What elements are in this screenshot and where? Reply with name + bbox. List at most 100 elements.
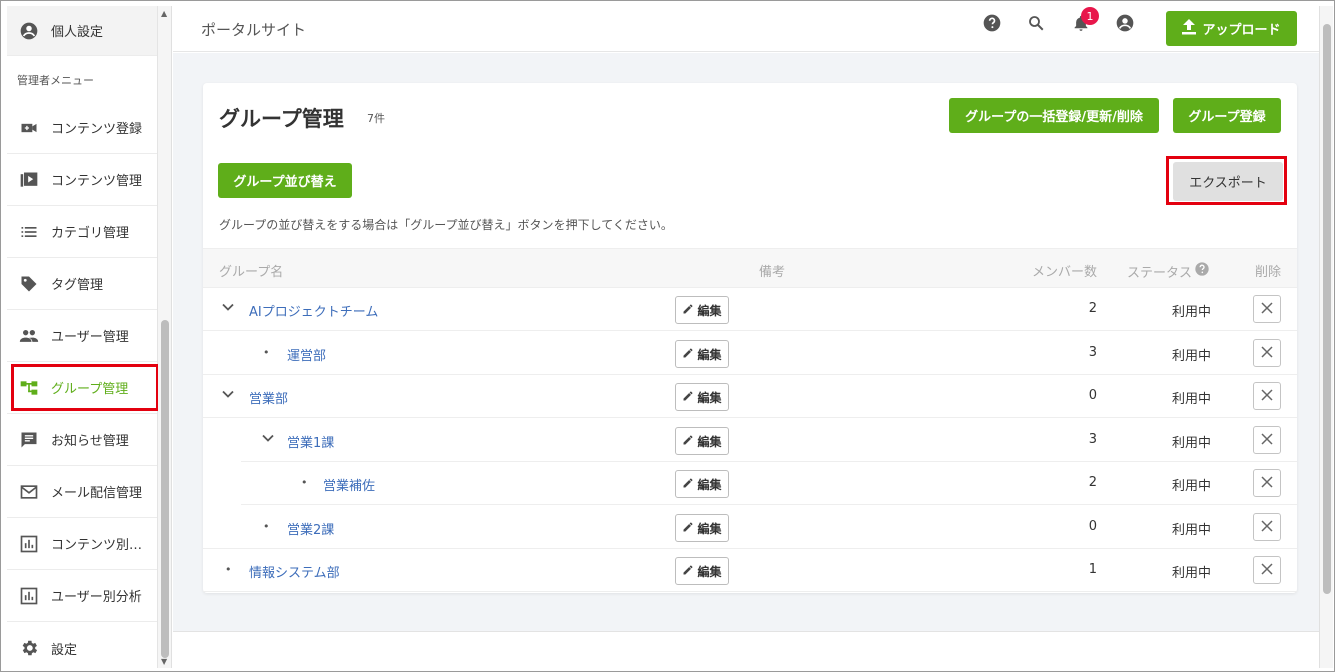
status-text: 利用中	[1172, 479, 1212, 494]
column-header-group-name: グループ名	[219, 265, 284, 280]
group-register-button[interactable]: グループ登録	[1173, 98, 1281, 133]
delete-button[interactable]	[1253, 469, 1281, 497]
video-add-icon	[7, 118, 51, 138]
chevron-down-icon[interactable]	[261, 431, 275, 445]
content-library-icon	[7, 170, 51, 190]
account-icon[interactable]	[1114, 12, 1136, 34]
edit-button[interactable]: 編集	[675, 383, 729, 411]
account-circle-icon	[7, 21, 51, 41]
edit-label: 編集	[697, 564, 722, 579]
main-scrollbar[interactable]	[1319, 6, 1333, 668]
portal-title[interactable]: ポータルサイト	[201, 19, 306, 40]
app-window: 個人設定 管理者メニュー コンテンツ登録 コンテンツ管理 カテゴリ管理 タグ管理…	[0, 0, 1335, 672]
page-title: グループ管理	[219, 107, 344, 131]
edit-button[interactable]: 編集	[675, 470, 729, 498]
table-row: • 情報システム部 編集 1 利用中	[203, 549, 1297, 592]
footer-area	[173, 631, 1319, 669]
table-row: • 営業補佐 編集 2 利用中	[241, 462, 1297, 505]
help-icon[interactable]	[981, 12, 1003, 34]
bullet-icon: •	[263, 520, 270, 533]
scroll-down-arrow-icon[interactable]: ▼	[161, 657, 167, 666]
edit-label: 編集	[697, 390, 722, 405]
sidebar-item-label: 個人設定	[51, 25, 104, 40]
member-count: 3	[1088, 345, 1097, 360]
edit-button[interactable]: 編集	[675, 340, 729, 368]
group-name-link[interactable]: AIプロジェクトチーム	[249, 301, 378, 320]
chevron-down-icon[interactable]	[221, 300, 235, 314]
table-row: 営業1課 編集 3 利用中	[241, 419, 1297, 462]
status-text: 利用中	[1172, 392, 1212, 407]
group-tree-icon	[7, 378, 51, 398]
bulk-register-button[interactable]: グループの一括登録/更新/削除	[949, 98, 1159, 133]
close-icon	[1261, 518, 1273, 536]
sidebar-item-notice-manage[interactable]: お知らせ管理	[7, 414, 157, 466]
column-header-note: 備考	[759, 265, 786, 280]
edit-button[interactable]: 編集	[675, 296, 729, 324]
status-text: 利用中	[1172, 305, 1212, 320]
group-name-link[interactable]: 営業部	[249, 388, 288, 407]
sidebar-item-label: 設定	[51, 642, 78, 658]
sidebar-item-personal-settings[interactable]: 個人設定	[7, 6, 157, 56]
sidebar-scrollbar[interactable]: ▲ ▼	[158, 6, 172, 668]
group-list-card: グループ管理 7件 グループの一括登録/更新/削除 グループ登録 グループ並び替…	[203, 83, 1297, 593]
main-scroll-thumb[interactable]	[1323, 24, 1331, 594]
table-header: グループ名 備考 メンバー数 ステータス 削除	[203, 248, 1297, 288]
sidebar-item-content-analytics[interactable]: コンテンツ別…	[7, 518, 157, 570]
edit-label: 編集	[697, 477, 722, 492]
sidebar-item-user-analytics[interactable]: ユーザー別分析	[7, 570, 157, 622]
delete-button[interactable]	[1253, 382, 1281, 410]
edit-button[interactable]: 編集	[675, 557, 729, 585]
sidebar-item-content-manage[interactable]: コンテンツ管理	[7, 154, 157, 206]
mail-icon	[7, 482, 51, 502]
group-name-link[interactable]: 運営部	[287, 345, 326, 364]
table-row: • 営業2課 編集 0 利用中	[203, 506, 1297, 549]
bar-chart-icon	[7, 534, 51, 554]
sidebar-item-mail-manage[interactable]: メール配信管理	[7, 466, 157, 518]
status-text: 利用中	[1172, 566, 1212, 581]
sidebar-item-label: カテゴリ管理	[51, 226, 130, 241]
group-name-link[interactable]: 営業補佐	[323, 475, 375, 494]
sidebar-item-category-manage[interactable]: カテゴリ管理	[7, 206, 157, 258]
upload-button[interactable]: アップロード	[1166, 11, 1297, 46]
table-row: 営業部 編集 0 利用中	[203, 375, 1297, 418]
pencil-icon	[682, 303, 694, 318]
sidebar-item-group-manage[interactable]: グループ管理	[7, 362, 157, 414]
status-text: 利用中	[1172, 523, 1212, 538]
sidebar-scroll-thumb[interactable]	[161, 320, 169, 658]
group-sort-button[interactable]: グループ並び替え	[218, 163, 352, 198]
group-name-link[interactable]: 情報システム部	[249, 562, 340, 581]
delete-button[interactable]	[1253, 295, 1281, 323]
group-name-link[interactable]: 営業1課	[287, 432, 334, 451]
sidebar-item-label: メール配信管理	[51, 486, 143, 501]
column-header-members: メンバー数	[1032, 265, 1098, 280]
delete-button[interactable]	[1253, 556, 1281, 584]
delete-button[interactable]	[1253, 426, 1281, 454]
export-button[interactable]: エクスポート	[1173, 162, 1283, 201]
sidebar-item-settings[interactable]: 設定	[7, 622, 157, 668]
chevron-down-icon[interactable]	[221, 387, 235, 401]
pencil-icon	[682, 564, 694, 579]
pencil-icon	[682, 521, 694, 536]
group-name-link[interactable]: 営業2課	[287, 519, 334, 538]
scroll-up-arrow-icon[interactable]: ▲	[161, 9, 167, 18]
top-bar: ポータルサイト	[173, 6, 1319, 52]
sidebar-item-user-manage[interactable]: ユーザー管理	[7, 310, 157, 362]
sidebar-item-tag-manage[interactable]: タグ管理	[7, 258, 157, 310]
member-count: 0	[1088, 519, 1097, 534]
help-icon[interactable]	[1194, 261, 1210, 281]
bar-chart-icon	[7, 586, 51, 606]
sidebar-item-label: コンテンツ登録	[51, 122, 143, 137]
delete-button[interactable]	[1253, 513, 1281, 541]
pencil-icon	[682, 434, 694, 449]
member-count: 1	[1088, 562, 1097, 577]
search-icon[interactable]	[1025, 12, 1047, 34]
edit-button[interactable]: 編集	[675, 427, 729, 455]
people-icon	[7, 326, 51, 346]
sidebar-item-content-register[interactable]: コンテンツ登録	[7, 102, 157, 154]
status-text: 利用中	[1172, 349, 1212, 364]
sidebar-item-label: グループ管理	[51, 382, 129, 397]
delete-button[interactable]	[1253, 339, 1281, 367]
member-count: 2	[1088, 475, 1097, 490]
edit-button[interactable]: 編集	[675, 514, 729, 542]
sidebar: 個人設定 管理者メニュー コンテンツ登録 コンテンツ管理 カテゴリ管理 タグ管理…	[7, 6, 158, 668]
